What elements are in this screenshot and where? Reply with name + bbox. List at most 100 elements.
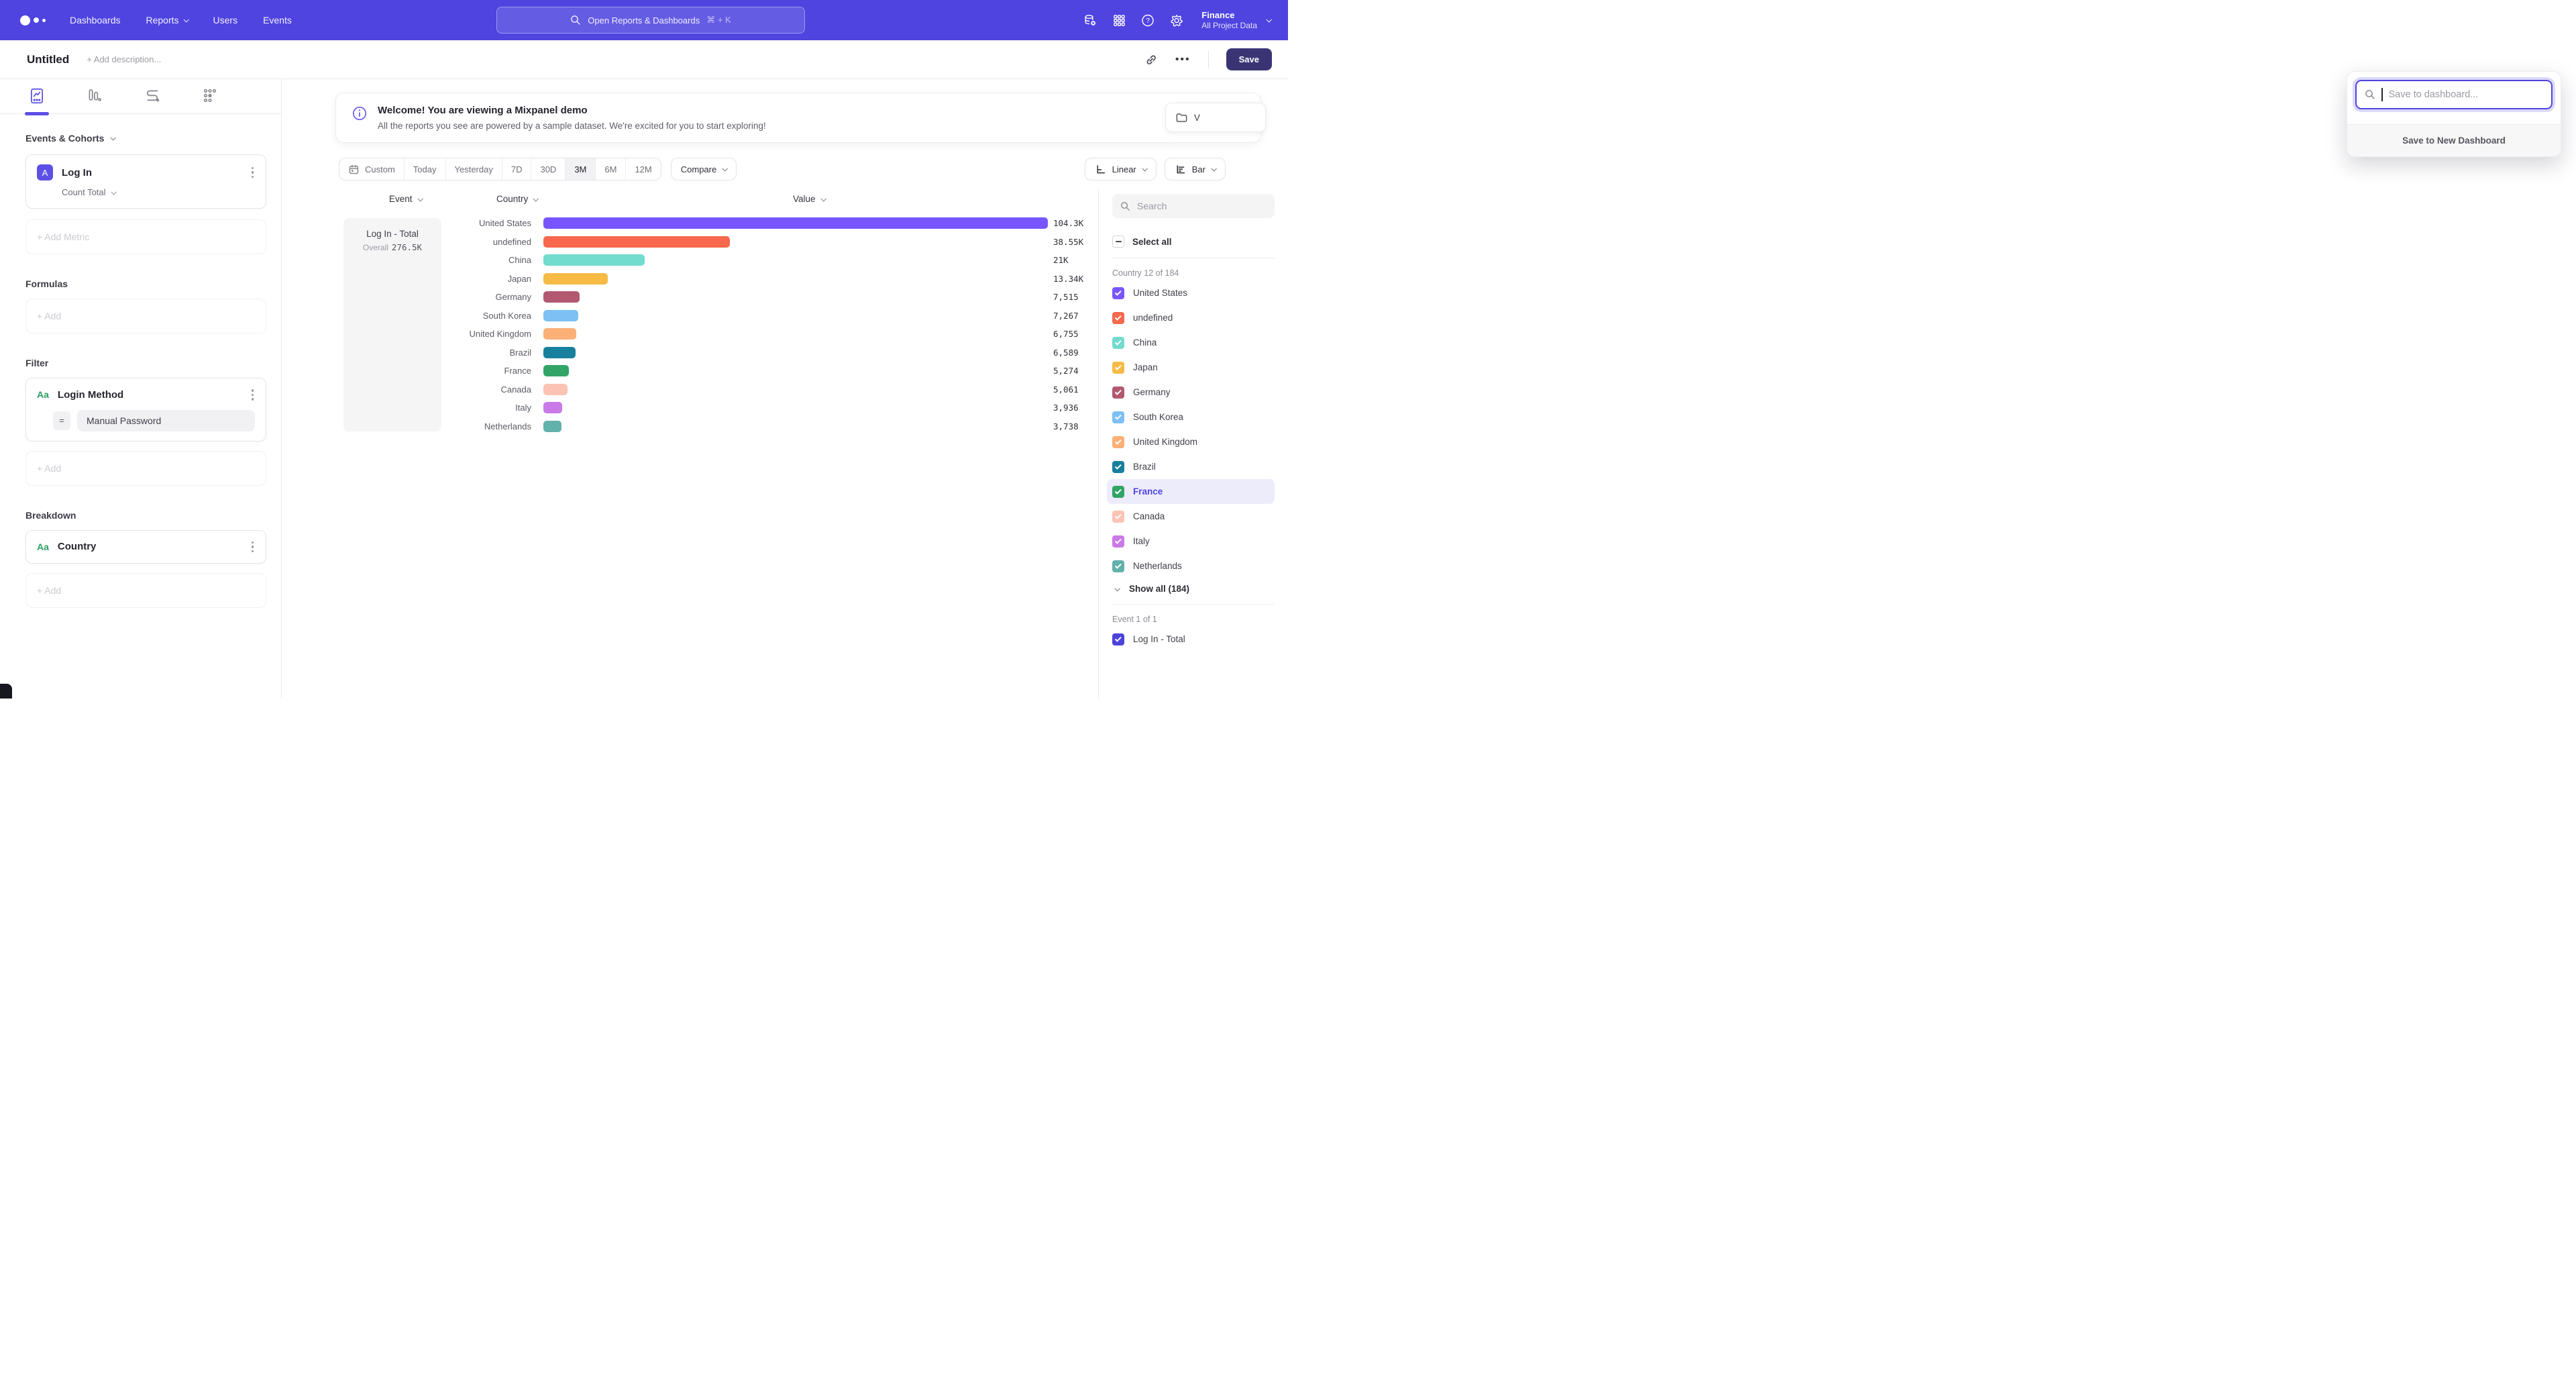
help-icon[interactable]: ? — [1141, 13, 1155, 27]
add-description[interactable]: + Add description... — [87, 54, 161, 64]
report-title[interactable]: Untitled — [27, 53, 69, 66]
range-yesterday[interactable]: Yesterday — [446, 158, 502, 180]
country-item-highlighted[interactable]: France — [1107, 479, 1275, 504]
country-item[interactable]: Germany — [1107, 380, 1275, 405]
checkbox[interactable] — [1112, 535, 1124, 548]
metric-event-name[interactable]: Log In — [62, 167, 92, 178]
breakdown-card[interactable]: Aa Country — [25, 530, 266, 564]
range-today[interactable]: Today — [405, 158, 446, 180]
range-custom[interactable]: Custom — [339, 158, 405, 180]
nav-users[interactable]: Users — [213, 15, 238, 25]
checkbox[interactable] — [1112, 386, 1124, 399]
project-switcher[interactable]: Finance All Project Data — [1201, 10, 1271, 30]
select-all-row[interactable]: Select all — [1112, 236, 1275, 248]
view-sample-dashboard-button[interactable]: V — [1165, 103, 1266, 132]
save-button[interactable]: Save — [1226, 48, 1272, 70]
filter-property-name[interactable]: Login Method — [58, 389, 123, 401]
checkbox[interactable] — [1112, 287, 1124, 299]
mixpanel-logo-icon[interactable] — [20, 15, 46, 25]
nav-events[interactable]: Events — [263, 15, 292, 25]
country-item[interactable]: United States — [1107, 280, 1275, 305]
bar-row: Canada 5,061 — [282, 380, 1098, 399]
aggregation-selector[interactable]: Count Total — [62, 187, 255, 197]
folder-icon — [1175, 111, 1188, 124]
events-cohorts-section[interactable]: Events & Cohorts — [25, 133, 266, 144]
add-formula-button[interactable]: + Add — [25, 299, 266, 333]
bar[interactable] — [543, 236, 730, 248]
checkbox[interactable] — [1112, 461, 1124, 473]
bar[interactable] — [543, 310, 578, 321]
country-item[interactable]: China — [1107, 330, 1275, 355]
range-3m-selected[interactable]: 3M — [566, 158, 596, 180]
tab-retention[interactable] — [200, 87, 220, 113]
bar[interactable] — [543, 347, 576, 358]
range-30d[interactable]: 30D — [531, 158, 566, 180]
country-item[interactable]: Netherlands — [1107, 554, 1275, 578]
checkbox[interactable] — [1112, 486, 1124, 498]
checkbox[interactable] — [1112, 633, 1124, 645]
bar[interactable] — [543, 421, 561, 432]
kebab-menu-icon[interactable] — [250, 388, 256, 402]
breakdown-property-name[interactable]: Country — [58, 541, 97, 552]
event-legend-item[interactable]: Log In - Total — [1107, 627, 1275, 652]
line-type-button[interactable]: Linear — [1085, 158, 1157, 180]
metric-card[interactable]: A Log In Count Total — [25, 154, 266, 209]
country-item[interactable]: United Kingdom — [1107, 429, 1275, 454]
kebab-menu-icon[interactable] — [250, 540, 256, 554]
show-all-toggle[interactable]: Show all (184) — [1112, 584, 1275, 594]
country-item[interactable]: Japan — [1107, 355, 1275, 380]
legend-search-input[interactable]: Search — [1112, 194, 1275, 218]
checkbox[interactable] — [1112, 411, 1124, 423]
column-header-country[interactable]: Country — [496, 194, 537, 204]
bar[interactable] — [543, 328, 576, 340]
nav-dashboards[interactable]: Dashboards — [70, 15, 121, 25]
filter-card[interactable]: Aa Login Method = Manual Password — [25, 378, 266, 442]
save-dashboard-search-input[interactable]: Save to dashboard... — [2355, 80, 2553, 109]
range-12m[interactable]: 12M — [626, 158, 660, 180]
country-item[interactable]: Brazil — [1107, 454, 1275, 479]
apps-grid-icon[interactable] — [1112, 13, 1126, 27]
filter-operator[interactable]: = — [53, 411, 70, 430]
tab-flows[interactable] — [142, 87, 162, 113]
kebab-menu-icon[interactable] — [250, 166, 256, 180]
settings-gear-icon[interactable] — [1170, 13, 1183, 27]
copy-link-icon[interactable] — [1144, 53, 1158, 66]
tab-insights[interactable] — [27, 87, 47, 113]
more-actions-button[interactable]: ••• — [1175, 54, 1191, 66]
bar[interactable] — [543, 402, 562, 413]
data-management-icon[interactable] — [1083, 13, 1097, 27]
chart-style-button[interactable]: Bar — [1165, 158, 1226, 180]
add-filter-button[interactable]: + Add — [25, 451, 266, 486]
checkbox[interactable] — [1112, 362, 1124, 374]
checkbox[interactable] — [1112, 511, 1124, 523]
bar[interactable] — [543, 384, 568, 395]
bar[interactable] — [543, 217, 1048, 229]
bar[interactable] — [543, 291, 580, 303]
select-all-checkbox[interactable] — [1112, 236, 1124, 248]
range-7d[interactable]: 7D — [502, 158, 532, 180]
save-to-new-dashboard-button[interactable]: Save to New Dashboard — [2347, 124, 2561, 156]
bar-row: Germany 7,515 — [282, 288, 1098, 307]
column-header-event[interactable]: Event — [389, 194, 422, 204]
global-search-button[interactable]: Open Reports & Dashboards ⌘ + K — [496, 7, 805, 34]
country-item[interactable]: undefined — [1107, 305, 1275, 330]
checkbox[interactable] — [1112, 436, 1124, 448]
country-item[interactable]: Italy — [1107, 529, 1275, 554]
range-6m[interactable]: 6M — [596, 158, 626, 180]
country-item[interactable]: South Korea — [1107, 405, 1275, 429]
bar[interactable] — [543, 254, 645, 266]
hidden-corner-widget[interactable] — [0, 684, 12, 698]
checkbox[interactable] — [1112, 560, 1124, 572]
tab-funnels[interactable] — [85, 87, 105, 113]
country-item[interactable]: Canada — [1107, 504, 1275, 529]
nav-reports[interactable]: Reports — [146, 15, 188, 25]
bar[interactable] — [543, 365, 569, 376]
bar[interactable] — [543, 273, 608, 284]
checkbox[interactable] — [1112, 337, 1124, 349]
checkbox[interactable] — [1112, 312, 1124, 324]
filter-value[interactable]: Manual Password — [77, 410, 255, 431]
column-header-value[interactable]: Value — [793, 194, 825, 204]
compare-button[interactable]: Compare — [671, 158, 737, 180]
add-breakdown-button[interactable]: + Add — [25, 573, 266, 608]
add-metric-button[interactable]: + Add Metric — [25, 219, 266, 254]
